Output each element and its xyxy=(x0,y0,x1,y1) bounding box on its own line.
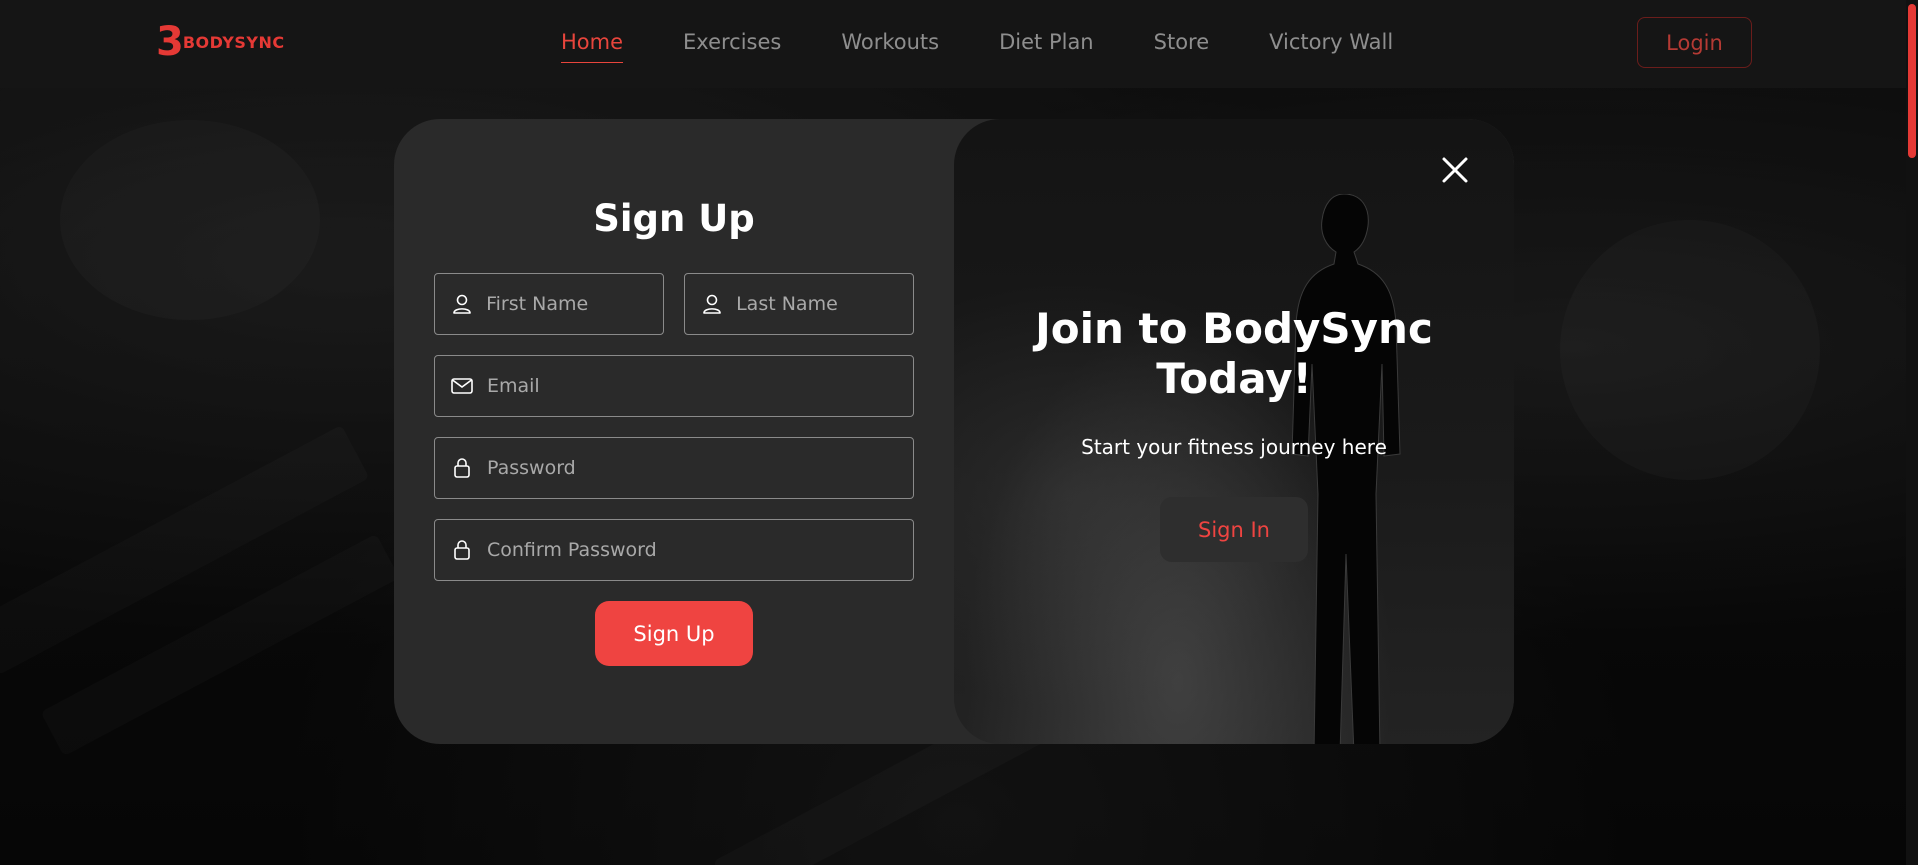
nav-links: Home Exercises Workouts Diet Plan Store … xyxy=(561,30,1453,63)
password-input[interactable] xyxy=(485,456,872,480)
nav-item-home[interactable]: Home xyxy=(561,30,624,63)
signup-submit-button[interactable]: Sign Up xyxy=(595,601,753,666)
signup-form: Sign Up First Name Last Name Email Sign … xyxy=(394,119,954,744)
confirm-password-field[interactable] xyxy=(434,519,914,581)
signin-button[interactable]: Sign In xyxy=(1160,497,1308,562)
brand-name: BODYSYNC xyxy=(182,32,285,52)
lock-icon xyxy=(451,457,473,479)
password-field[interactable] xyxy=(434,437,914,499)
last-name-field[interactable] xyxy=(684,273,914,335)
nav-item-diet-plan[interactable]: Diet Plan xyxy=(999,30,1094,63)
nav-item-workouts[interactable]: Workouts xyxy=(841,30,939,63)
email-field[interactable] xyxy=(434,355,914,417)
page: 3 BODYSYNC Home Exercises Workouts Diet … xyxy=(0,0,1918,865)
mail-icon xyxy=(451,375,473,397)
user-icon xyxy=(451,293,472,315)
promo-subtitle: Start your fitness journey here xyxy=(1081,435,1387,459)
signup-title: Sign Up xyxy=(593,197,755,240)
athlete-silhouette xyxy=(1291,194,1401,744)
top-navbar: 3 BODYSYNC Home Exercises Workouts Diet … xyxy=(0,0,1918,88)
signup-modal: Sign Up First Name Last Name Email Sign … xyxy=(394,119,1514,744)
promo-title: Join to BodySync Today! xyxy=(1035,304,1433,403)
login-button[interactable]: Login xyxy=(1637,17,1752,68)
confirm-password-input[interactable] xyxy=(485,538,872,562)
brand-logo[interactable]: 3 BODYSYNC xyxy=(156,22,285,62)
email-input[interactable] xyxy=(485,374,872,398)
promo-panel: Join to BodySync Today! Start your fitne… xyxy=(954,119,1514,744)
close-modal-button[interactable] xyxy=(1440,155,1470,185)
nav-item-store[interactable]: Store xyxy=(1154,30,1210,63)
nav-item-victory-wall[interactable]: Victory Wall xyxy=(1269,30,1393,63)
nav-item-exercises[interactable]: Exercises xyxy=(683,30,781,63)
first-name-field[interactable] xyxy=(434,273,664,335)
first-name-input[interactable] xyxy=(484,292,663,316)
user-icon xyxy=(701,293,722,315)
page-scrollbar[interactable] xyxy=(1906,0,1918,865)
close-icon xyxy=(1442,157,1468,183)
last-name-input[interactable] xyxy=(734,292,913,316)
logo-mark-icon: 3 xyxy=(156,19,184,65)
lock-icon xyxy=(451,539,473,561)
scrollbar-thumb[interactable] xyxy=(1908,4,1916,158)
